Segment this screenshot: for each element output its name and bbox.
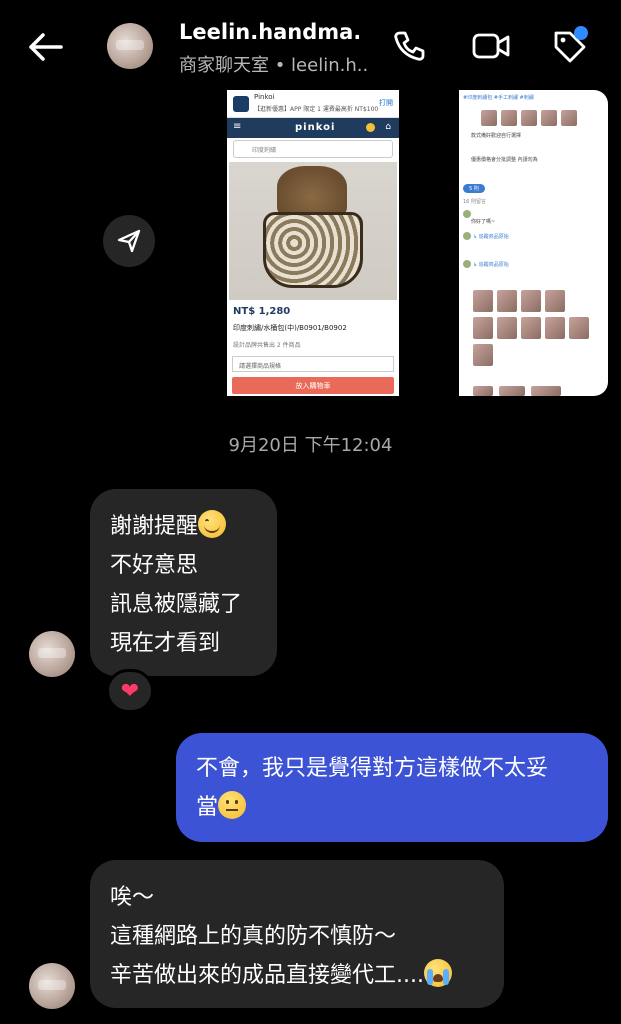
comment-link: ↳ 追蹤商品原始 [473,262,509,268]
open-link: 打開 [379,99,393,107]
post-thumb [561,110,577,126]
crying-face-emoji-icon [423,959,452,987]
notification-dot [574,26,588,40]
app-name: Pinkoi [254,93,275,101]
search-field: 印度刺繡 [233,140,393,158]
message-line: 當 [196,788,608,827]
menu-icon: ≡ [233,121,242,132]
received-message[interactable]: 謝謝提醒 不好意思 訊息被隱藏了 現在才看到 [90,489,277,676]
phone-case-thumb [497,317,517,339]
commenter-avatar [463,232,471,240]
contact-avatar[interactable] [107,23,153,69]
received-message[interactable]: 唉～ 這種網路上的真的防不慎防～ 辛苦做出來的成品直接變代工.... [90,860,504,1008]
contact-name[interactable]: Leelin.handma... [179,20,359,44]
post-thumb [501,110,517,126]
cart-icon: ⌂ [385,122,391,132]
count-pill: 5 則 [463,184,485,193]
bag-embroidery [263,212,363,288]
pinkoi-app-icon [233,96,249,112]
message-text: 謝謝提醒 [110,514,199,539]
message-line: 不好意思 [110,553,199,578]
phone-case-thumb [531,386,561,396]
phone-case-thumb [545,290,565,312]
message-line: 訊息被隱藏了 [110,592,243,617]
comment-count: 16 則留言 [463,199,486,205]
promo-text: 【逛新優惠】APP 限定 1 運費最高折 NT$100 [254,106,379,113]
message-line: 不會，我只是覺得對方這樣做不太妥 [196,756,549,781]
post-text: 款式備好歡迎自行選擇 [471,133,522,139]
commenter-avatar [463,260,471,268]
message-text: 辛苦做出來的成品直接變代工.... [110,963,424,988]
bag-top [277,166,347,218]
app-banner: Pinkoi 【逛新優惠】APP 限定 1 運費最高折 NT$100 打開 [227,90,399,118]
phone-case-thumb [521,317,541,339]
sent-message[interactable]: 不會，我只是覺得對方這樣做不太妥 當 [176,733,608,842]
shared-image-post[interactable]: #印度刺繡包 #手工刺繡 #刺繡 款式備好歡迎自行選擇 優惠價格會分批調整 內請… [459,90,608,396]
phone-icon[interactable] [388,25,430,67]
spec-select: 請選擇商品規格 [232,356,394,372]
site-nav: ≡ pinkoi ⌂ [227,118,399,138]
add-to-cart-button: 放入購物車 [232,377,394,394]
phone-case-thumb [497,290,517,312]
back-arrow-icon[interactable] [24,28,66,66]
chat-header: Leelin.handma... 商家聊天室 • leelin.h... [0,0,621,92]
coin-icon [366,123,375,132]
send-icon[interactable] [103,215,155,267]
comment-text: 你好了嗎~ [471,219,496,225]
message-line: 這種網路上的真的防不慎防～ [110,924,397,949]
post-thumb [521,110,537,126]
message-line: 辛苦做出來的成品直接變代工.... [110,956,504,995]
post-text: 優惠價格會分批調整 內請勿為 [471,157,538,163]
phone-case-thumb [473,290,493,312]
comment-link: ↳ 追蹤商品原始 [473,234,509,240]
sender-avatar[interactable] [29,963,75,1009]
product-name: 印度刺繡/水桶包(中)/B0901/B0902 [233,324,347,332]
phone-case-thumb [569,317,589,339]
phone-case-thumb [473,386,493,396]
shared-image-product[interactable]: Pinkoi 【逛新優惠】APP 限定 1 運費最高折 NT$100 打開 ≡ … [227,90,399,396]
phone-case-thumb [521,290,541,312]
phone-case-thumb [499,386,525,396]
smiling-face-emoji-icon [198,510,227,538]
message-timestamp: 9月20日 下午12:04 [228,435,393,456]
post-thumb [481,110,497,126]
phone-case-thumb [473,344,493,366]
message-text: 當 [196,795,219,820]
message-line: 現在才看到 [110,631,221,656]
commenter-avatar [463,210,471,218]
post-thumb [541,110,557,126]
heart-reaction-icon[interactable]: ❤ [106,669,154,713]
message-line: 唉～ [110,885,155,910]
message-line: 謝謝提醒 [110,507,277,546]
product-photo [229,162,397,300]
product-price: NT$ 1,280 [233,306,291,317]
post-tags: #印度刺繡包 #手工刺繡 #刺繡 [463,95,534,101]
video-camera-icon[interactable] [470,25,512,67]
sender-avatar[interactable] [29,631,75,677]
brand-logo: pinkoi [295,122,336,133]
phone-case-thumb [545,317,565,339]
contact-subtitle[interactable]: 商家聊天室 • leelin.h... [179,51,369,77]
product-meta: 設計品牌共售出 2 件商品 [233,342,301,349]
neutral-face-emoji-icon [218,791,247,819]
phone-case-thumb [473,317,493,339]
